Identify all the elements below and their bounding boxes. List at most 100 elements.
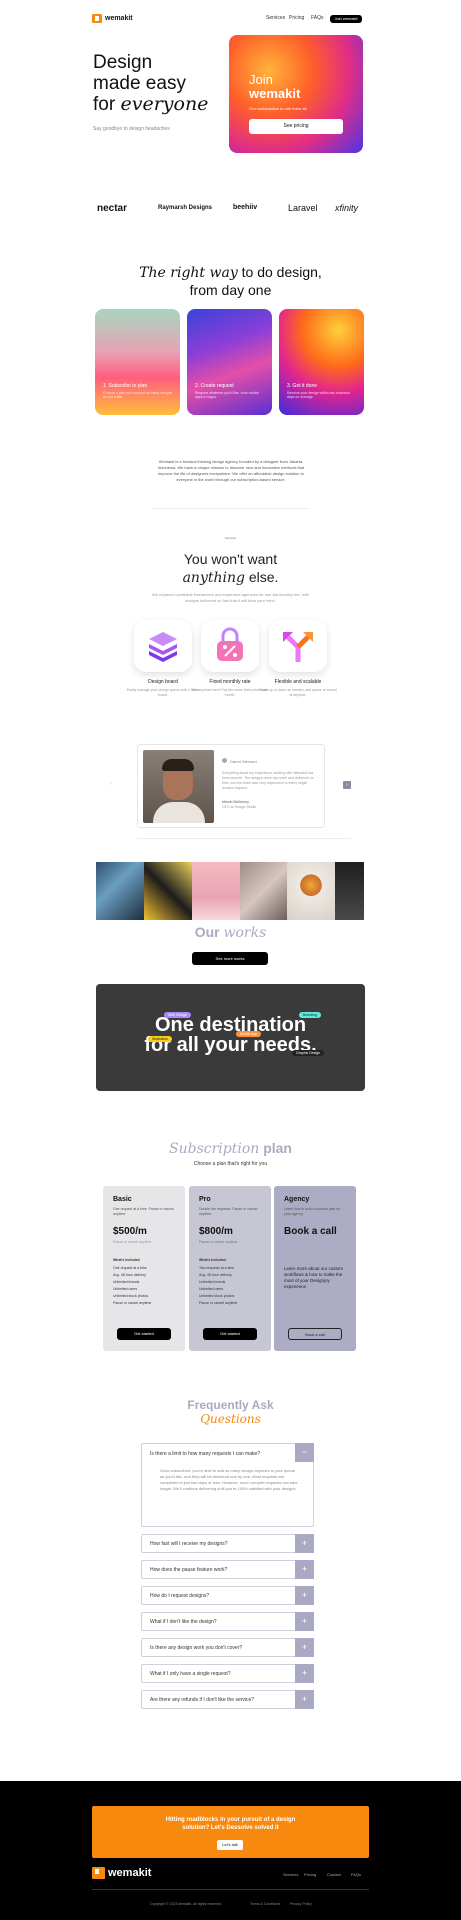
footer-cta-text: Hitting roadblocks in your pursuit of a … — [165, 1817, 296, 1831]
testimonial-prev-button[interactable]: ‹ — [110, 781, 116, 787]
footer-link-services[interactable]: Services — [283, 1872, 298, 1877]
faq-item-open[interactable]: Is there a limit to how many requests I … — [141, 1443, 314, 1527]
pricing-title-italic: Subscription — [169, 1141, 260, 1157]
join-card-title-2: wemakit — [249, 86, 301, 101]
faq-item[interactable]: What if I only have a single request? + — [141, 1664, 314, 1683]
split-arrow-icon — [283, 632, 313, 662]
faq-title: Frequently Ask Questions — [0, 1398, 461, 1426]
works-title-plain: Our — [194, 924, 220, 940]
join-card-title-1: Join — [249, 72, 273, 87]
faq-item[interactable]: What if I don't like the design? + — [141, 1612, 314, 1631]
faq-question: How do I request designs? — [150, 1593, 210, 1599]
plan-feature: Unlimited stock photos — [113, 1294, 149, 1298]
service-title: Flexible and scalable — [274, 679, 322, 685]
hero-title: Design made easy for everyone — [93, 52, 208, 115]
testimonial-author: Marvin McKinney — [222, 800, 249, 804]
lets-talk-button[interactable]: Let's talk — [217, 1840, 243, 1850]
join-button[interactable]: Join wemakit — [330, 15, 362, 23]
footer-brand[interactable]: wemakit — [92, 1867, 151, 1879]
intro-title: The right way to do design, from day one — [0, 264, 461, 299]
testimonial-avatar — [222, 758, 227, 763]
join-card-subtitle: One subscription to rule them all. — [249, 106, 308, 111]
footer-link-faqs[interactable]: FAQs — [351, 1872, 361, 1877]
tag-branding: Branding — [299, 1012, 322, 1018]
see-more-works-button[interactable]: See more works — [192, 952, 268, 965]
plan-agency: Agency Learn how to build a custom plan … — [274, 1186, 356, 1351]
faq-item[interactable]: How do I request designs? + — [141, 1586, 314, 1605]
nav-faqs[interactable]: FAQs — [311, 15, 324, 21]
book-a-call-button[interactable]: Book a call — [288, 1328, 342, 1340]
plan-subtitle: Double the requests. Pause or cancel any… — [199, 1207, 258, 1216]
faq-question: How does the pause feature work? — [150, 1567, 228, 1573]
nav-services[interactable]: Services — [266, 15, 285, 21]
expand-icon[interactable]: + — [295, 1560, 314, 1579]
plan-price: Book a call — [284, 1226, 337, 1237]
testimonial-card: Darrel Steward Everything about my exper… — [137, 744, 325, 828]
plan-feature: Unlimited users — [113, 1287, 138, 1291]
get-started-button[interactable]: Get started — [117, 1328, 171, 1340]
plan-price-note: Pause or cancel anytime — [113, 1240, 152, 1244]
faq-item[interactable]: Are there any refunds if I don't like th… — [141, 1690, 314, 1709]
logo-laravel: Laravel — [288, 203, 318, 213]
feature-desc: Choose a plan and request as many design… — [103, 391, 173, 399]
footer-link-contact[interactable]: Contact — [327, 1872, 341, 1877]
work-image-5 — [287, 862, 336, 920]
brand-logo[interactable]: wemakit — [92, 14, 133, 23]
services-title-italic: anything — [182, 570, 245, 586]
work-image-2 — [143, 862, 192, 920]
tag-graphic-design: Graphic Design — [292, 1050, 325, 1056]
faq-answer: Once subscribed, you're able to add as m… — [160, 1468, 298, 1491]
faq-question: What if I don't like the design? — [150, 1619, 217, 1625]
plan-feature: Unlimited users — [199, 1287, 224, 1291]
see-pricing-button[interactable]: See pricing — [249, 119, 343, 134]
footer-divider — [92, 1889, 369, 1890]
plan-basic: Basic One request at a time. Pause or ca… — [103, 1186, 185, 1351]
plan-feature: Unlimited stock photos — [199, 1294, 235, 1298]
feature-title: 1. Subscribe to plan — [103, 383, 148, 389]
footer-link-pricing[interactable]: Pricing — [304, 1872, 316, 1877]
nav-pricing[interactable]: Pricing — [289, 15, 304, 21]
faq-question: Is there any design work you don't cover… — [150, 1645, 243, 1651]
expand-icon[interactable]: + — [295, 1664, 314, 1683]
logo-raymarsh: Raymarsh Designs — [158, 205, 213, 211]
plan-name: Pro — [199, 1196, 211, 1203]
expand-icon[interactable]: + — [295, 1612, 314, 1631]
tag-web-design: Web Design — [164, 1012, 192, 1018]
faq-title-italic: Questions — [200, 1412, 261, 1426]
pricing-subtitle: Choose a plan that's right for you — [193, 1161, 268, 1167]
logo-icon — [92, 14, 102, 23]
join-card-title: Join wemakit — [249, 73, 300, 101]
expand-icon[interactable]: + — [295, 1586, 314, 1605]
feature-title: 2. Create request — [195, 383, 234, 389]
footer-privacy-link[interactable]: Privacy Policy — [290, 1902, 312, 1906]
plan-pro: Pro Double the requests. Pause or cancel… — [189, 1186, 271, 1351]
works-title-italic: works — [223, 925, 267, 941]
faq-item[interactable]: How does the pause feature work? + — [141, 1560, 314, 1579]
hero-line-3-italic: everyone — [120, 93, 209, 115]
expand-icon[interactable]: + — [295, 1638, 314, 1657]
faq-question: Is there a limit to how many requests I … — [150, 1451, 261, 1457]
destination-line2: for all your needs. — [144, 1034, 317, 1056]
collapse-icon[interactable]: − — [295, 1443, 314, 1462]
feature-card-2: 2. Create request Request whatever you'd… — [187, 309, 272, 415]
plan-name: Basic — [113, 1196, 132, 1203]
testimonial-next-button[interactable]: › — [343, 781, 351, 789]
services-title: You won't want anything else. — [0, 550, 461, 587]
faq-item[interactable]: How fast will I receive my designs? + — [141, 1534, 314, 1553]
faq-item[interactable]: Is there any design work you don't cover… — [141, 1638, 314, 1657]
get-started-button[interactable]: Get started — [203, 1328, 257, 1340]
works-title: Our works — [0, 924, 461, 941]
feature-card-1: 1. Subscribe to plan Choose a plan and r… — [95, 309, 180, 415]
footer-terms-link[interactable]: Terms & Conditions — [250, 1902, 280, 1906]
expand-icon[interactable]: + — [295, 1690, 314, 1709]
footer: Hitting roadblocks in your pursuit of a … — [0, 1781, 461, 1920]
feature-desc: Request whatever you'd like, from mobile… — [195, 391, 259, 399]
services-title-rest: else. — [248, 569, 279, 585]
about-paragraph: Wemakit is a forward-thinking design age… — [157, 459, 305, 482]
intro-title-rest: to do design, — [241, 264, 322, 280]
service-desc: Scale up or down as needed, and pause or… — [259, 688, 337, 697]
logo-nectar: nectar — [97, 203, 128, 214]
plan-feature: Avg. 48 hour delivery — [113, 1273, 146, 1277]
footer-copyright: Copyright © 2023 wemakit. All rights res… — [150, 1902, 222, 1906]
expand-icon[interactable]: + — [295, 1534, 314, 1553]
